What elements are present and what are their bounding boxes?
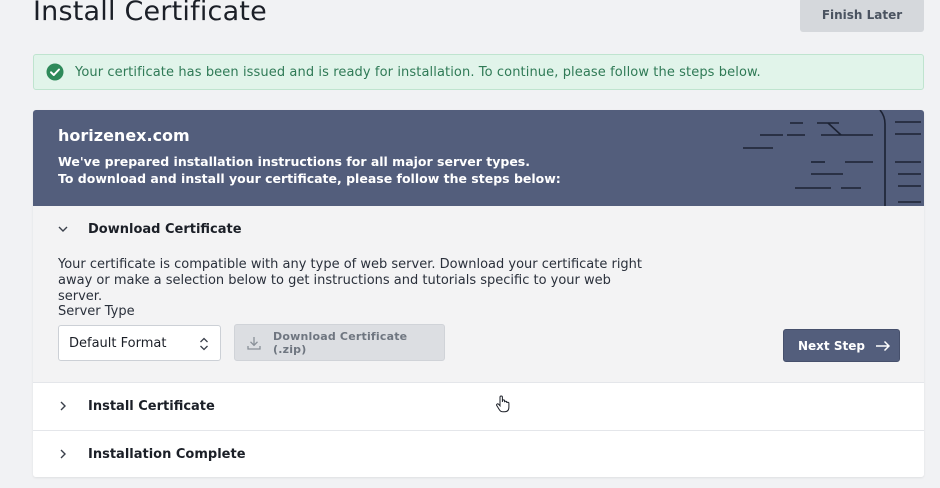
hand-cursor-icon: [496, 395, 510, 413]
alert-text: Your certificate has been issued and is …: [75, 64, 761, 80]
domain-name: horizenex.com: [58, 126, 190, 145]
step-description: Your certificate is compatible with any …: [58, 257, 643, 304]
step-header-install[interactable]: Install Certificate: [33, 383, 924, 429]
intro-line-1: We've prepared installation instructions…: [58, 154, 530, 169]
finish-later-button[interactable]: Finish Later: [800, 0, 924, 32]
download-icon: [246, 335, 262, 351]
step-header-download[interactable]: Download Certificate: [33, 206, 924, 252]
download-button-label: Download Certificate (.zip): [273, 329, 408, 356]
server-rack-illustration: [743, 110, 921, 206]
step-download-certificate: Download Certificate Your certificate is…: [33, 206, 924, 382]
step-title: Installation Complete: [88, 446, 246, 462]
success-alert: Your certificate has been issued and is …: [33, 54, 924, 90]
step-installation-complete[interactable]: Installation Complete: [33, 430, 924, 477]
step-title: Download Certificate: [88, 221, 242, 237]
server-type-value: Default Format: [69, 335, 167, 351]
server-type-label: Server Type: [58, 304, 135, 319]
intro-line-2: To download and install your certificate…: [58, 171, 561, 186]
install-card: horizenex.com We've prepared installatio…: [33, 110, 924, 477]
chevron-down-icon: [57, 223, 69, 235]
check-circle-icon: [46, 63, 64, 81]
chevron-right-icon: [57, 400, 69, 412]
step-title: Install Certificate: [88, 398, 215, 414]
next-step-button[interactable]: Next Step: [783, 329, 900, 362]
step-header-complete[interactable]: Installation Complete: [33, 431, 924, 477]
next-step-label: Next Step: [798, 338, 865, 353]
server-type-select[interactable]: Default Format: [58, 325, 221, 361]
chevron-right-icon: [57, 448, 69, 460]
select-updown-icon: [199, 337, 209, 351]
arrow-right-icon: [875, 340, 891, 352]
page-title: Install Certificate: [33, 0, 267, 27]
download-certificate-button[interactable]: Download Certificate (.zip): [234, 324, 445, 361]
step-install-certificate[interactable]: Install Certificate: [33, 382, 924, 430]
card-header: horizenex.com We've prepared installatio…: [33, 110, 924, 206]
